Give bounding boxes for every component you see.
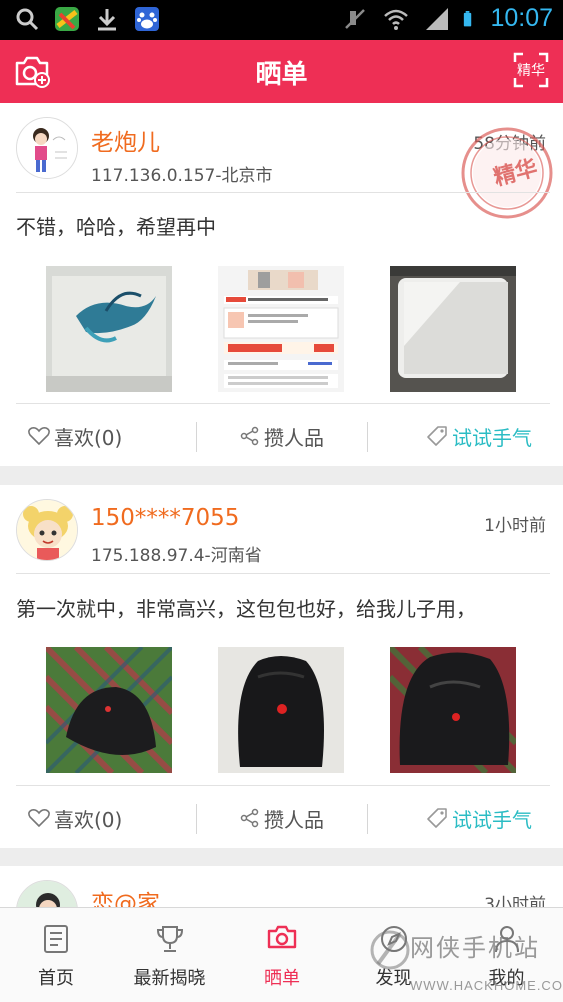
- lucky-label: 试试手气: [452, 425, 532, 450]
- page-title: 晒单: [255, 60, 308, 90]
- rp-label: 攒人品: [264, 425, 324, 450]
- post-image[interactable]: [218, 266, 344, 392]
- post-actions: 喜欢(0) 攒人品 试试手气: [0, 788, 563, 848]
- camera-icon: [267, 925, 297, 949]
- watermark-text: 网侠手机站: [410, 934, 540, 962]
- nav-latest[interactable]: 最新揭晓: [112, 908, 227, 1002]
- nav-label: 首页: [38, 968, 74, 989]
- divider: [16, 785, 550, 786]
- post-image[interactable]: [46, 266, 172, 392]
- post-card[interactable]: 老炮儿 117.136.0.157-北京市 58分钟前 精华 不错，哈哈，希望再…: [0, 103, 563, 466]
- home-doc-icon: [44, 925, 68, 953]
- title-bar: 晒单 精华: [0, 40, 563, 103]
- tag-icon: [427, 808, 447, 828]
- avatar[interactable]: [16, 117, 78, 179]
- heart-icon: [28, 427, 50, 446]
- divider: [16, 192, 550, 193]
- divider: [367, 804, 368, 834]
- search-icon: [16, 8, 39, 31]
- post-time: 1小时前: [484, 516, 546, 536]
- avatar[interactable]: [16, 499, 78, 561]
- post-image[interactable]: [46, 647, 172, 773]
- clock: 10:07: [490, 4, 553, 32]
- watermark: 网侠手机站 WWW.HACKHOME.COM: [370, 920, 563, 1002]
- post-card[interactable]: 150****7055 175.188.97.4-河南省 1小时前 第一次就中，…: [0, 485, 563, 848]
- nav-home[interactable]: 首页: [0, 908, 112, 1002]
- divider: [16, 403, 550, 404]
- post-image[interactable]: [390, 266, 516, 392]
- watermark-logo-icon: [370, 930, 410, 970]
- post-image[interactable]: [390, 647, 516, 773]
- mute-icon: [345, 8, 366, 29]
- nav-label: 最新揭晓: [133, 968, 206, 989]
- featured-label: 精华: [517, 63, 545, 79]
- post-content: 不错，哈哈，希望再中: [16, 215, 216, 239]
- divider: [196, 422, 197, 452]
- featured-button[interactable]: 精华: [513, 52, 549, 88]
- user-name[interactable]: 150****7055: [91, 505, 239, 531]
- nav-show[interactable]: 晒单: [227, 908, 337, 1002]
- trophy-icon: [156, 926, 183, 952]
- watermark-url: WWW.HACKHOME.COM: [410, 978, 563, 993]
- tag-icon: [427, 426, 447, 446]
- share-rp-button[interactable]: 攒人品: [240, 788, 324, 848]
- rp-label: 攒人品: [264, 807, 324, 832]
- nav-label: 晒单: [264, 968, 300, 989]
- user-name[interactable]: 老炮儿: [91, 123, 160, 157]
- status-bar: 10:07: [0, 0, 563, 40]
- post-content: 第一次就中，非常高兴，这包包也好，给我儿子用，: [16, 597, 476, 621]
- download-icon: [98, 9, 116, 31]
- battery-icon: [464, 10, 472, 26]
- post-actions: 喜欢(0) 攒人品 试试手气: [0, 406, 563, 466]
- lucky-label: 试试手气: [452, 807, 532, 832]
- post-image[interactable]: [218, 647, 344, 773]
- share-rp-button[interactable]: 攒人品: [240, 406, 324, 466]
- like-button[interactable]: 喜欢(0): [28, 788, 122, 848]
- wifi-icon: [384, 9, 409, 30]
- like-label: 喜欢(0): [54, 425, 123, 450]
- try-luck-button[interactable]: 试试手气: [426, 406, 532, 466]
- signal-icon: [426, 7, 449, 30]
- divider: [367, 422, 368, 452]
- share-icon: [240, 808, 259, 828]
- like-button[interactable]: 喜欢(0): [28, 406, 122, 466]
- baidu-icon: [135, 7, 159, 31]
- like-label: 喜欢(0): [54, 807, 123, 832]
- user-ip-location: 175.188.97.4-河南省: [91, 546, 262, 566]
- heart-icon: [28, 809, 50, 828]
- divider: [196, 804, 197, 834]
- app-store-icon: [55, 7, 79, 31]
- user-ip-location: 117.136.0.157-北京市: [91, 166, 273, 186]
- share-icon: [240, 426, 259, 446]
- try-luck-button[interactable]: 试试手气: [426, 788, 532, 848]
- divider: [16, 573, 550, 574]
